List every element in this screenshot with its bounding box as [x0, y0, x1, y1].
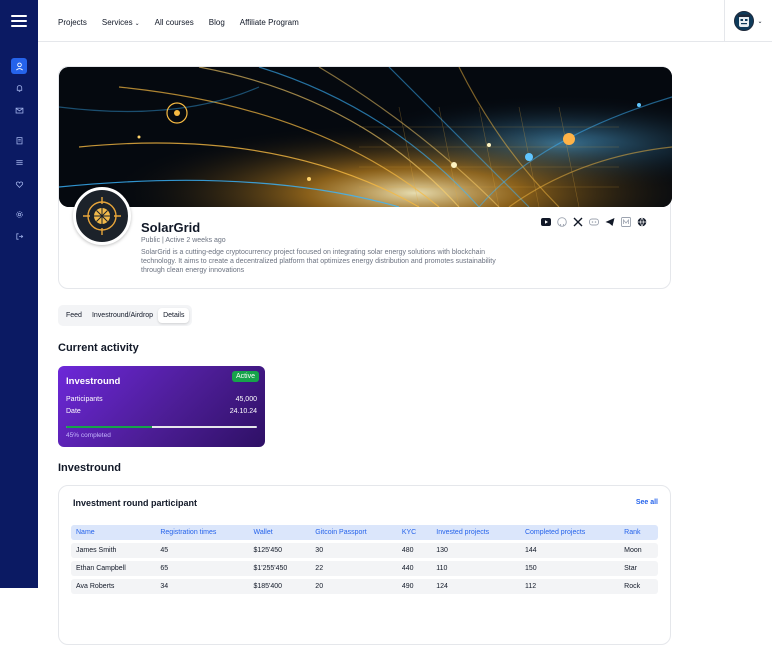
- date-value: 24.10.24: [230, 408, 257, 415]
- user-icon[interactable]: [11, 58, 27, 74]
- table-cell: 490: [397, 579, 431, 594]
- table-cell: Moon: [619, 543, 658, 558]
- nav-all-courses[interactable]: All courses: [155, 18, 194, 27]
- list-icon[interactable]: [11, 154, 27, 170]
- table-row[interactable]: Ava Roberts34$185'40020490124112Rock: [71, 579, 658, 594]
- table-row[interactable]: Ethan Campbell65$1'255'45022440110150Sta…: [71, 561, 658, 576]
- investround-card[interactable]: Investround Active Participants 45,000 D…: [58, 366, 265, 447]
- investround-heading: Investround: [58, 462, 121, 474]
- progress-bar-fill: [66, 426, 152, 428]
- table-cell: 130: [431, 543, 520, 558]
- tab-investround-airdrop[interactable]: Investround/Airdrop: [87, 308, 158, 323]
- table-cell: 110: [431, 561, 520, 576]
- table-cell: $1'255'450: [248, 561, 310, 576]
- table-cell: 124: [431, 579, 520, 594]
- tab-details[interactable]: Details: [158, 308, 189, 323]
- column-header: Invested projects: [431, 525, 520, 540]
- chevron-down-icon: ⌄: [135, 21, 140, 27]
- date-row: Date 24.10.24: [66, 408, 257, 415]
- social-links: [541, 217, 653, 227]
- table-cell: 22: [310, 561, 397, 576]
- youtube-icon[interactable]: [541, 217, 551, 227]
- nav-services-label: Services: [102, 18, 133, 27]
- project-name: SolarGrid: [141, 220, 200, 235]
- table-cell: Ava Roberts: [71, 579, 155, 594]
- project-tabs: Feed Investround/Airdrop Details: [58, 305, 192, 326]
- bell-icon[interactable]: [11, 80, 27, 96]
- main-content: SolarGrid Public | Active 2 weeks ago So…: [38, 42, 772, 588]
- nav-affiliate-program[interactable]: Affiliate Program: [240, 18, 299, 27]
- medium-icon[interactable]: [621, 217, 631, 227]
- column-header: Name: [71, 525, 155, 540]
- github-icon[interactable]: [557, 217, 567, 227]
- avatar: [734, 11, 754, 31]
- table-body: James Smith45$125'45030480130144Moon Etha…: [71, 543, 658, 594]
- table-cell: 20: [310, 579, 397, 594]
- participants-row: Participants 45,000: [66, 396, 257, 403]
- progress-bar: [66, 426, 257, 428]
- menu-icon[interactable]: [11, 15, 27, 27]
- table-cell: 65: [155, 561, 248, 576]
- project-profile-card: SolarGrid Public | Active 2 weeks ago So…: [58, 66, 671, 289]
- mail-icon[interactable]: [11, 102, 27, 118]
- telegram-icon[interactable]: [605, 217, 615, 227]
- heart-icon[interactable]: [11, 176, 27, 192]
- card-title: Investround: [66, 376, 120, 387]
- participants-table: NameRegistration timesWalletGitcoin Pass…: [71, 522, 658, 597]
- table-title: Investment round participant: [73, 498, 197, 508]
- nav-services[interactable]: Services⌄: [102, 18, 140, 27]
- project-status: Public | Active 2 weeks ago: [141, 237, 226, 244]
- participants-value: 45,000: [236, 396, 257, 403]
- nav-blog[interactable]: Blog: [209, 18, 225, 27]
- globe-icon[interactable]: [637, 217, 647, 227]
- table-cell: Star: [619, 561, 658, 576]
- project-description: SolarGrid is a cutting-edge cryptocurren…: [141, 248, 496, 275]
- main-nav: Projects Services⌄ All courses Blog Affiliat…: [58, 12, 314, 30]
- discord-icon[interactable]: [589, 217, 599, 227]
- top-navigation: ProjectsServices⌄All coursesBlogAffiliat…: [38, 0, 772, 42]
- sidebar-nav: [0, 42, 38, 250]
- table-cell: 480: [397, 543, 431, 558]
- progress-label: 45% completed: [66, 432, 111, 439]
- table-cell: $185'400: [248, 579, 310, 594]
- table-cell: 440: [397, 561, 431, 576]
- sidebar-header: [0, 0, 38, 42]
- table-row[interactable]: James Smith45$125'45030480130144Moon: [71, 543, 658, 558]
- status-badge: Active: [232, 371, 259, 382]
- table-cell: 34: [155, 579, 248, 594]
- participants-panel: Investment round participant See all Nam…: [58, 485, 671, 645]
- clipboard-icon[interactable]: [11, 132, 27, 148]
- column-header: Completed projects: [520, 525, 619, 540]
- column-header: Wallet: [248, 525, 310, 540]
- date-label: Date: [66, 408, 81, 415]
- column-header: KYC: [397, 525, 431, 540]
- table-cell: 150: [520, 561, 619, 576]
- table-cell: 144: [520, 543, 619, 558]
- column-header: Gitcoin Passport: [310, 525, 397, 540]
- project-banner: [59, 67, 672, 207]
- settings-icon[interactable]: [11, 206, 27, 222]
- sidebar: [0, 0, 38, 588]
- column-header: Registration times: [155, 525, 248, 540]
- project-logo: [73, 187, 131, 245]
- tab-feed[interactable]: Feed: [61, 308, 87, 323]
- table-cell: 45: [155, 543, 248, 558]
- participants-label: Participants: [66, 396, 103, 403]
- chevron-down-icon: ⌄: [757, 18, 762, 25]
- user-menu[interactable]: ⌄: [724, 0, 772, 42]
- table-cell: Rock: [619, 579, 658, 594]
- x-icon[interactable]: [573, 217, 583, 227]
- current-activity-heading: Current activity: [58, 342, 139, 354]
- nav-projects[interactable]: Projects: [58, 18, 87, 27]
- logout-icon[interactable]: [11, 228, 27, 244]
- table-header-row: NameRegistration timesWalletGitcoin Pass…: [71, 525, 658, 540]
- table-cell: 30: [310, 543, 397, 558]
- table-cell: $125'450: [248, 543, 310, 558]
- table-cell: 112: [520, 579, 619, 594]
- table-cell: James Smith: [71, 543, 155, 558]
- see-all-link[interactable]: See all: [636, 499, 658, 506]
- column-header: Rank: [619, 525, 658, 540]
- table-cell: Ethan Campbell: [71, 561, 155, 576]
